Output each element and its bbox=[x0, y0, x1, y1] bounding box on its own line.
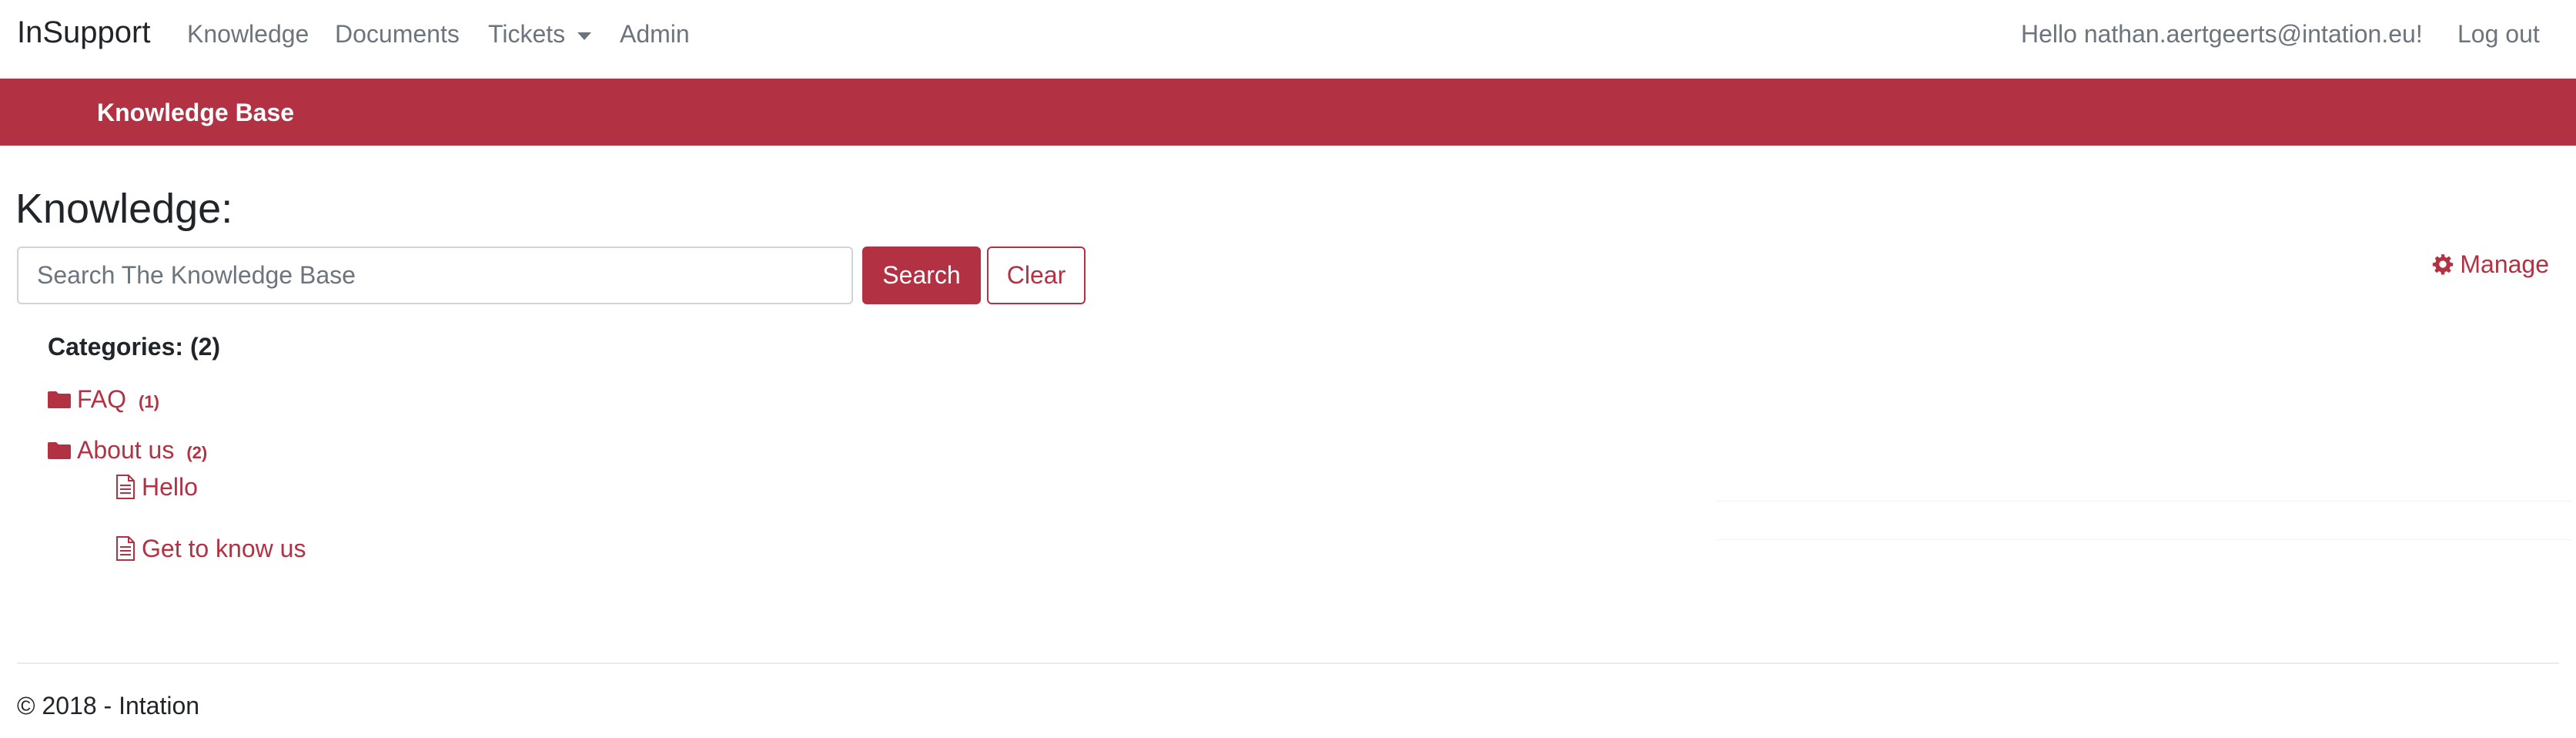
divider-line bbox=[1717, 501, 2571, 502]
clear-button[interactable]: Clear bbox=[987, 247, 1086, 304]
knowledge-base-bar: Knowledge Base bbox=[0, 79, 2576, 146]
category-name: About us bbox=[77, 436, 175, 464]
nav-knowledge[interactable]: Knowledge bbox=[187, 20, 309, 49]
article-hello[interactable]: Hello bbox=[115, 473, 198, 502]
manage-label: Manage bbox=[2460, 250, 2549, 278]
nav-tickets-label: Tickets bbox=[488, 20, 566, 48]
top-navbar: InSupport Knowledge Documents Tickets Ad… bbox=[0, 0, 2576, 79]
article-title: Hello bbox=[142, 473, 198, 501]
folder-icon bbox=[48, 391, 71, 408]
category-name: FAQ bbox=[77, 385, 127, 413]
brand-logo[interactable]: InSupport bbox=[17, 15, 150, 50]
footer-divider bbox=[17, 663, 2559, 664]
folder-icon bbox=[48, 442, 71, 459]
manage-link[interactable]: Manage bbox=[2432, 250, 2549, 279]
file-text-icon bbox=[116, 475, 135, 499]
article-get-to-know-us[interactable]: Get to know us bbox=[115, 535, 306, 563]
caret-down-icon bbox=[577, 32, 592, 40]
nav-documents[interactable]: Documents bbox=[335, 20, 460, 49]
category-faq[interactable]: FAQ (1) bbox=[48, 385, 159, 414]
category-count: (2) bbox=[186, 443, 208, 462]
user-greeting: Hello nathan.aertgeerts@intation.eu! bbox=[2021, 20, 2423, 48]
search-button[interactable]: Search bbox=[862, 247, 981, 304]
article-title: Get to know us bbox=[142, 535, 306, 562]
divider-line bbox=[1717, 539, 2571, 540]
search-input[interactable] bbox=[17, 247, 853, 304]
footer-copyright: © 2018 - Intation bbox=[17, 692, 200, 720]
categories-header: Categories: (2) bbox=[48, 333, 221, 361]
logout-link[interactable]: Log out bbox=[2457, 20, 2540, 49]
nav-admin[interactable]: Admin bbox=[620, 20, 690, 49]
page-title: Knowledge: bbox=[15, 186, 233, 232]
file-text-icon bbox=[116, 536, 135, 561]
nav-tickets-dropdown[interactable]: Tickets bbox=[488, 20, 592, 49]
gear-icon bbox=[2433, 254, 2454, 275]
category-count: (1) bbox=[139, 392, 159, 411]
category-about-us[interactable]: About us (2) bbox=[48, 436, 207, 465]
subbar-title[interactable]: Knowledge Base bbox=[97, 99, 294, 127]
